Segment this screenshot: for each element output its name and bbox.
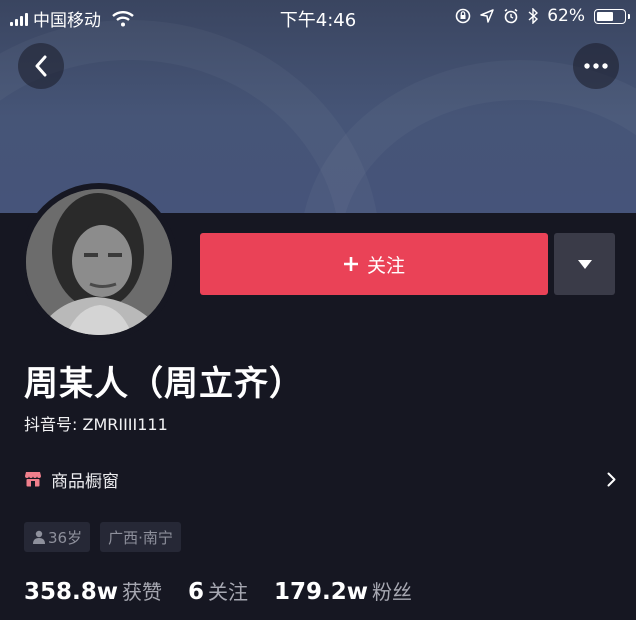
following-count: 6 <box>188 579 205 605</box>
triangle-down-icon <box>577 259 592 269</box>
douyin-id: 抖音号: ZMRIIII111 <box>24 415 168 434</box>
location-text: 广西·南宁 <box>108 528 173 547</box>
age-tag: 36岁 <box>24 522 91 552</box>
battery-icon <box>594 8 630 24</box>
location-icon <box>480 9 494 23</box>
likes-count: 358.8w <box>24 579 118 605</box>
likes-label: 获赞 <box>122 580 162 604</box>
avatar <box>26 189 172 335</box>
chevron-left-icon <box>34 55 48 77</box>
more-dots-icon <box>584 63 608 69</box>
likes-stat: 358.8w 获赞 <box>24 576 162 605</box>
profile-stats: 358.8w 获赞 6 关注 179.2w 粉丝 <box>24 576 438 605</box>
person-icon <box>32 530 46 544</box>
following-label: 关注 <box>208 580 249 604</box>
chevron-right-icon <box>607 472 616 487</box>
following-stat[interactable]: 6 关注 <box>188 576 248 605</box>
profile-tags: 36岁 广西·南宁 <box>24 522 181 552</box>
bluetooth-icon <box>528 8 539 24</box>
recommend-dropdown-button[interactable] <box>554 233 615 295</box>
location-tag: 广西·南宁 <box>100 522 181 552</box>
orientation-lock-icon <box>455 8 471 24</box>
age-text: 36岁 <box>48 528 83 547</box>
alarm-icon <box>503 8 519 24</box>
more-options-button[interactable] <box>573 43 619 89</box>
profile-name: 周某人（周立齐） <box>24 364 304 404</box>
shop-window-row[interactable]: 商品橱窗 <box>24 462 616 496</box>
battery-percent: 62% <box>547 6 585 26</box>
status-bar: 中国移动 下午4:46 62% <box>0 0 636 34</box>
storefront-icon <box>24 470 42 488</box>
follow-label: 关注 <box>366 254 405 277</box>
followers-count: 179.2w <box>274 579 369 605</box>
plus-icon <box>343 256 359 272</box>
followers-stat[interactable]: 179.2w 粉丝 <box>274 576 412 605</box>
avatar-frame[interactable] <box>20 183 178 341</box>
battery-fill <box>597 11 613 21</box>
shop-window-label: 商品橱窗 <box>51 471 119 492</box>
back-button[interactable] <box>18 43 64 89</box>
follow-button[interactable]: 关注 <box>200 233 548 295</box>
followers-label: 粉丝 <box>372 580 413 604</box>
